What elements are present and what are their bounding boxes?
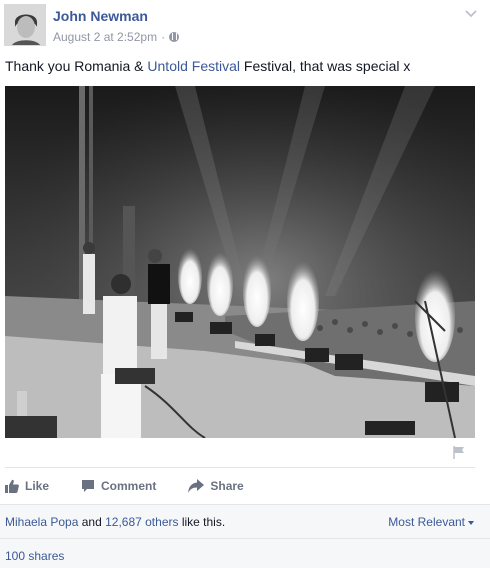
- meta-separator: ·: [161, 30, 166, 44]
- comment-label: Comment: [101, 479, 157, 493]
- first-liker-link[interactable]: Mihaela Popa: [5, 515, 78, 529]
- comment-sort-dropdown[interactable]: Most Relevant: [388, 515, 474, 529]
- post-photo[interactable]: [5, 86, 475, 438]
- shares-summary: 100 shares: [0, 538, 490, 568]
- likes-text: Mihaela Popa and 12,687 others like this…: [5, 515, 225, 529]
- report-flag-icon[interactable]: [452, 445, 466, 459]
- post-text: Thank you Romania & Untold Festival Fest…: [5, 58, 410, 74]
- others-likes-link[interactable]: 12,687 others: [105, 515, 178, 529]
- post-text-after: Festival, that was special x: [240, 58, 411, 74]
- like-button[interactable]: Like: [5, 479, 49, 493]
- thumbs-up-icon: [5, 479, 19, 493]
- like-label: Like: [25, 479, 50, 493]
- sort-label: Most Relevant: [388, 515, 465, 529]
- post-text-before: Thank you Romania &: [5, 58, 148, 74]
- author-name[interactable]: John Newman: [53, 8, 148, 24]
- post-card: John Newman August 2 at 2:52pm · Thank y…: [0, 0, 490, 568]
- share-button[interactable]: Share: [188, 479, 244, 493]
- likes-suffix: like this.: [178, 515, 226, 529]
- tagged-page-link[interactable]: Untold Festival: [147, 58, 240, 74]
- share-arrow-icon: [188, 479, 205, 493]
- post-timestamp[interactable]: August 2 at 2:52pm: [53, 30, 157, 44]
- author-avatar[interactable]: [4, 4, 46, 46]
- post-meta: August 2 at 2:52pm ·: [53, 30, 180, 44]
- chevron-down-icon[interactable]: [464, 6, 478, 20]
- globe-icon[interactable]: [169, 32, 180, 42]
- divider: [5, 467, 475, 468]
- share-label: Share: [210, 479, 244, 493]
- comment-button[interactable]: Comment: [81, 479, 156, 493]
- likes-connector: and: [78, 515, 106, 529]
- comment-icon: [82, 480, 95, 492]
- likes-summary: Mihaela Popa and 12,687 others like this…: [0, 504, 490, 538]
- post-actions: Like Comment Share: [5, 476, 276, 496]
- shares-link[interactable]: 100 shares: [5, 549, 64, 563]
- caret-down-icon: [468, 520, 474, 525]
